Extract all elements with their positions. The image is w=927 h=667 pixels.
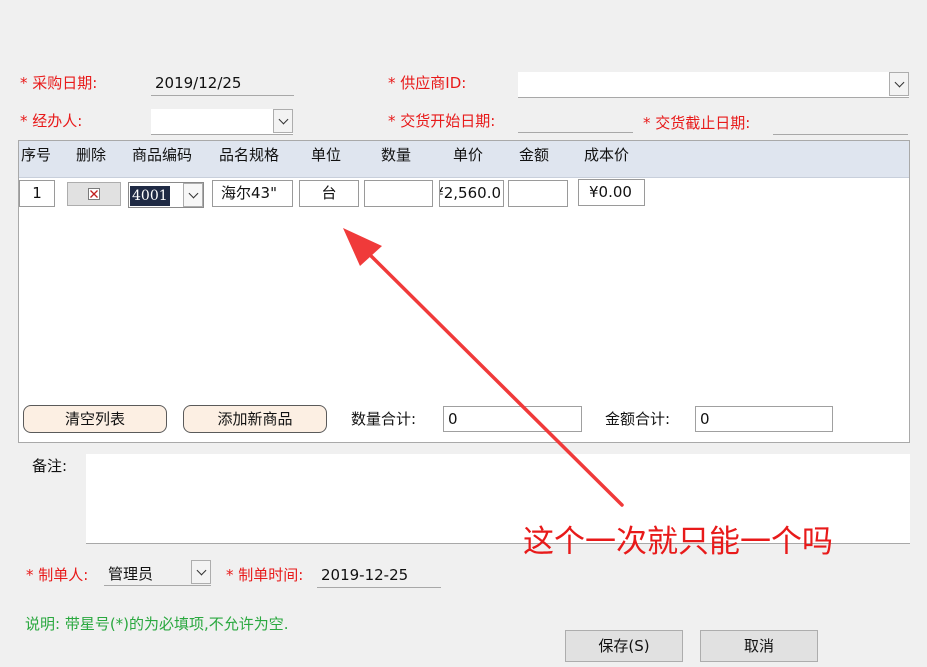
annotation-text: 这个一次就只能一个吗 (523, 524, 833, 560)
annotation-arrow (343, 228, 624, 507)
annotation-arrow-shaft (356, 241, 624, 507)
